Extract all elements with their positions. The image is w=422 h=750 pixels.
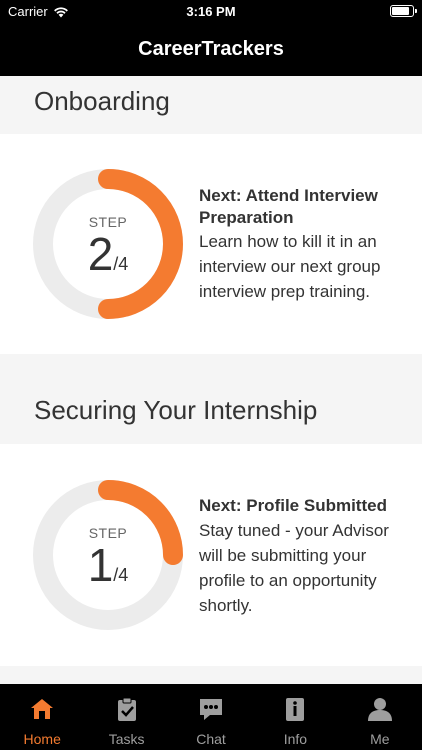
next-step-title: Next: Attend Interview Preparation: [199, 186, 378, 227]
app-title: CareerTrackers: [138, 37, 284, 60]
progress-card-onboarding[interactable]: STEP 2/4 Next: Attend Interview Preparat…: [0, 134, 422, 354]
tab-tasks[interactable]: Tasks: [84, 684, 168, 750]
tab-label: Home: [23, 731, 61, 747]
tab-bar: Home Tasks Chat Info Me: [0, 684, 422, 750]
section-header-onboarding: Onboarding: [0, 76, 422, 134]
tab-home[interactable]: Home: [0, 684, 84, 750]
tab-label: Me: [370, 731, 390, 747]
tab-me[interactable]: Me: [338, 684, 422, 750]
next-step-description: Stay tuned - your Advisor will be submit…: [199, 521, 389, 615]
tab-label: Info: [283, 731, 308, 747]
next-section-peek: [0, 666, 422, 684]
progress-ring: STEP 1/4: [33, 480, 183, 630]
progress-card-internship[interactable]: STEP 1/4 Next: Profile Submitted Stay tu…: [0, 444, 422, 666]
tab-chat[interactable]: Chat: [169, 684, 253, 750]
nav-bar: CareerTrackers: [0, 22, 422, 76]
person-icon: [367, 698, 392, 721]
section-title: Securing Your Internship: [34, 395, 318, 425]
tab-info[interactable]: Info: [253, 684, 337, 750]
battery-icon: [390, 5, 417, 17]
progress-ring: STEP 2/4: [33, 169, 183, 319]
battery-fill: [392, 7, 410, 15]
home-icon: [31, 699, 54, 719]
content-scroll[interactable]: Onboarding STEP 2/4 Next: Attend Intervi…: [0, 76, 422, 684]
info-book-icon: [286, 698, 305, 721]
next-step-description: Learn how to kill it in an interview our…: [199, 232, 381, 301]
next-step-title: Next: Profile Submitted: [199, 496, 387, 515]
chat-bubble-icon: [200, 699, 223, 720]
step-total: /4: [113, 254, 129, 274]
step-current: 2: [87, 228, 114, 280]
step-counter: 1/4: [33, 538, 183, 592]
status-time: 3:16 PM: [186, 4, 236, 19]
clipboard-check-icon: [117, 697, 136, 721]
tab-label: Chat: [196, 731, 226, 747]
tab-label: Tasks: [108, 731, 145, 747]
status-bar: Carrier 3:16 PM: [0, 0, 422, 22]
step-counter: 2/4: [33, 227, 183, 281]
step-total: /4: [113, 565, 129, 585]
step-current: 1: [87, 539, 114, 591]
section-header-internship: Securing Your Internship: [0, 354, 422, 444]
section-title: Onboarding: [34, 86, 170, 116]
